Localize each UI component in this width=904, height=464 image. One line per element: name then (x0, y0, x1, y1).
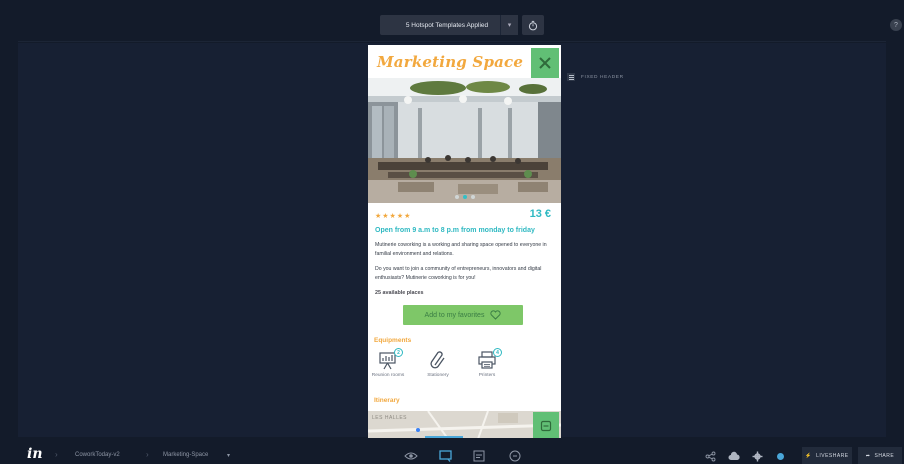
breadcrumb-separator: › (55, 450, 58, 459)
itinerary-title: Itinerary (374, 397, 400, 404)
share-nodes-button[interactable] (703, 449, 717, 463)
description-paragraph: Mutinerie coworking is a working and sha… (375, 242, 547, 257)
sync-button[interactable] (727, 449, 741, 463)
status-indicator[interactable] (773, 449, 787, 463)
carousel-dot-active[interactable] (462, 195, 467, 199)
help-button[interactable]: ? (890, 19, 902, 31)
hotspot-dropdown-button[interactable]: ▾ (500, 15, 518, 35)
equipment-label: Stationery (427, 373, 449, 378)
equipment-item[interactable]: 4 Printers (467, 348, 507, 380)
help-icon: ? (894, 21, 898, 29)
price-label: 13 € (529, 208, 551, 220)
breadcrumb-separator: › (146, 450, 149, 459)
rating-stars: ★★★★★ (375, 213, 412, 220)
close-button[interactable] (531, 48, 559, 78)
available-places: 25 available places (375, 290, 424, 296)
breadcrumb-screen[interactable]: Marketing-Space (163, 452, 208, 458)
share-nodes-icon (705, 451, 715, 461)
fixed-header-icon (567, 73, 575, 81)
gear-icon (752, 451, 762, 461)
share-button[interactable]: ➦ SHARE (858, 447, 902, 464)
description: Mutinerie coworking is a working and sha… (375, 241, 557, 289)
brand-title: Marketing Space (377, 53, 524, 71)
equipment-count-badge: 4 (493, 348, 502, 357)
equipment-item[interactable]: 2 Reunion rooms (368, 348, 408, 380)
close-icon (539, 57, 551, 69)
chevron-down-icon: ▾ (507, 22, 512, 29)
fixed-header-indicator[interactable]: FIXED HEADER (567, 73, 624, 81)
comment-screen-icon (438, 450, 452, 462)
equipment-label: Reunion rooms (371, 373, 405, 378)
map-place-label: LES HALLES (372, 415, 408, 421)
carousel-dot[interactable] (470, 195, 475, 199)
lightning-icon: ⚡ (805, 452, 813, 459)
add-to-favorites-button[interactable]: Add to my favorites (403, 305, 523, 325)
map-action-button[interactable] (533, 412, 559, 439)
inspect-icon (473, 450, 485, 462)
screen-preview: Marketing Space ★★★★★ 13 € Open from 9 a… (368, 45, 561, 439)
stopwatch-icon (528, 20, 538, 30)
comment-mode-button[interactable] (436, 448, 454, 464)
invision-logo[interactable]: in (27, 446, 43, 462)
equipments-title: Equipments (374, 337, 412, 344)
screen-dropdown-caret[interactable]: ▾ (227, 452, 230, 459)
equipment-item[interactable]: Stationery (418, 350, 458, 380)
heart-icon (490, 310, 502, 320)
settings-button[interactable] (750, 449, 764, 463)
projector-screen-icon: 2 (377, 348, 403, 370)
description-paragraph: Do you want to join a community of entre… (375, 266, 542, 281)
cloud-upload-icon (728, 451, 740, 460)
coworking-photo[interactable] (368, 78, 561, 203)
hotspot-templates-button[interactable]: 5 Hotspot Templates Applied (380, 15, 514, 35)
paperclip-icon (427, 350, 449, 370)
stopwatch-button[interactable] (522, 15, 544, 35)
equipment-count-badge: 2 (394, 348, 403, 357)
add-to-favorites-label: Add to my favorites (424, 311, 485, 319)
preview-eye-icon (404, 452, 418, 460)
equipment-label: Printers (478, 373, 496, 378)
printer-icon: 4 (476, 348, 502, 370)
breadcrumb-project[interactable]: CoworkToday-v2 (75, 452, 120, 458)
carousel-dot[interactable] (454, 195, 459, 199)
history-mode-button[interactable] (506, 448, 524, 464)
preview-mode-button[interactable] (402, 448, 420, 464)
equipments-list: 2 Reunion rooms Stationery 4 Printers (368, 348, 561, 394)
share-label: SHARE (874, 452, 895, 459)
liveshare-label: LIVESHARE (816, 452, 849, 459)
liveshare-button[interactable]: ⚡ LIVESHARE (802, 447, 852, 464)
carousel-dots (368, 195, 561, 199)
office-photo-illustration (368, 78, 561, 203)
opening-hours: Open from 9 a.m to 8 p.m from monday to … (375, 227, 535, 234)
history-clock-icon (509, 450, 521, 462)
inspect-mode-button[interactable] (470, 448, 488, 464)
status-dot (776, 452, 784, 460)
fixed-header-label: FIXED HEADER (581, 74, 624, 80)
directions-icon (540, 420, 552, 431)
hotspot-templates-label: 5 Hotspot Templates Applied (405, 21, 489, 29)
share-arrow-icon: ➦ (865, 452, 871, 459)
